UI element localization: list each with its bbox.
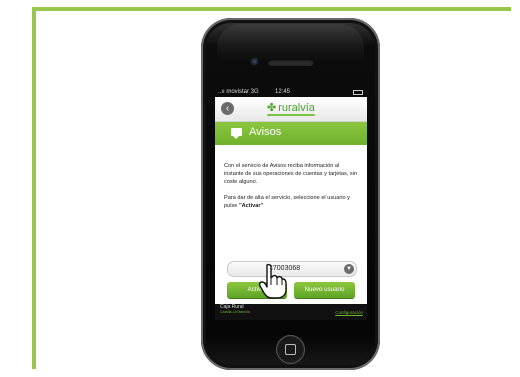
chevron-down-icon[interactable]: ▼ <box>344 264 354 274</box>
logo-underline <box>267 114 315 116</box>
phone-device: ..ıı movistar 3G 12:45 ‹ ✤ ruralvía Aviso… <box>201 18 380 370</box>
clock: 12:45 <box>275 89 291 95</box>
app-header: ‹ ✤ ruralvía <box>215 97 367 122</box>
footer-brand-sub: Castilla-La Mancha <box>220 310 250 314</box>
status-bar: ..ıı movistar 3G 12:45 <box>215 88 367 97</box>
new-user-button[interactable]: Nuevo usuario <box>294 282 355 298</box>
footer-brand: Caja Rural Castilla-La Mancha <box>220 305 250 315</box>
back-button[interactable]: ‹ <box>221 102 234 115</box>
user-select[interactable]: C7003068 ▼ <box>227 261 357 277</box>
info-paragraph: Con el servicio de Avisos reciba informa… <box>224 163 358 185</box>
pointer-hand-icon <box>258 263 287 299</box>
clover-icon: ✤ <box>267 102 277 114</box>
info-text: Con el servicio de Avisos reciba informa… <box>224 162 358 218</box>
speaker-grille <box>268 59 314 66</box>
section-header: Avisos <box>215 122 367 145</box>
message-icon <box>231 128 242 139</box>
instruction-emphasis: "Activar" <box>238 203 264 209</box>
phone-screen: ..ıı movistar 3G 12:45 ‹ ✤ ruralvía Aviso… <box>215 88 367 320</box>
brand-logo: ✤ ruralvía <box>267 101 315 114</box>
instruction-paragraph: Para dar de alta el servicio, seleccione… <box>224 194 358 210</box>
brand-name: ruralvía <box>278 102 315 114</box>
home-button[interactable] <box>276 335 305 364</box>
home-square-icon <box>285 344 296 355</box>
battery-icon <box>353 90 363 95</box>
section-title: Avisos <box>249 126 282 138</box>
config-link[interactable]: Configuración <box>335 310 363 315</box>
front-camera-icon <box>250 57 259 66</box>
carrier-label: ..ıı movistar 3G <box>218 89 259 95</box>
app-footer: Caja Rural Castilla-La Mancha Configurac… <box>215 304 367 320</box>
